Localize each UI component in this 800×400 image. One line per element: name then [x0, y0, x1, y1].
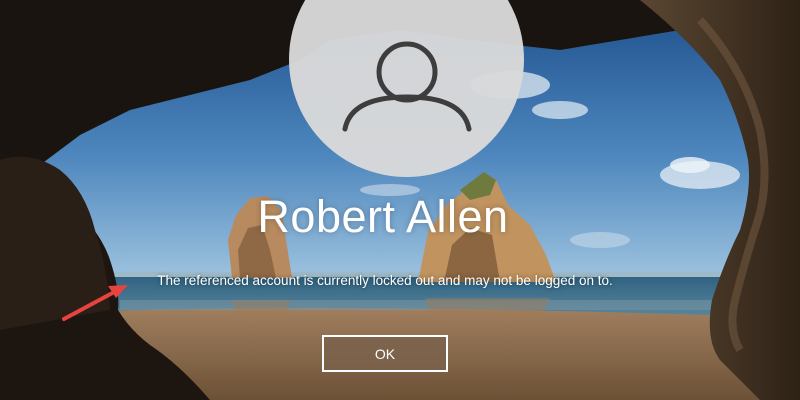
ok-button[interactable]: OK: [322, 335, 448, 372]
